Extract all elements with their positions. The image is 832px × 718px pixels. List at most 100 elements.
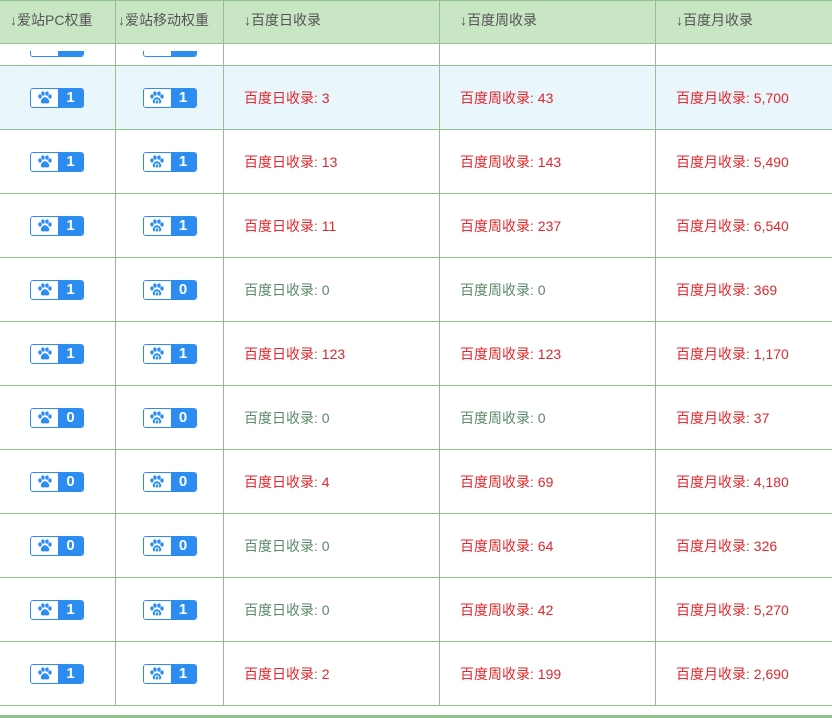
paw-mobile-icon bbox=[143, 408, 171, 427]
pc-weight-badge[interactable]: 0 bbox=[30, 471, 84, 492]
mobile-weight-badge[interactable]: 1 bbox=[142, 215, 197, 236]
pc-weight-cell bbox=[0, 43, 116, 66]
pc-weight-badge[interactable]: 0 bbox=[30, 535, 84, 556]
pc-weight-badge[interactable] bbox=[30, 51, 84, 58]
paw-mobile-icon bbox=[143, 472, 171, 491]
paw-icon bbox=[31, 216, 58, 235]
monthly-index-cell: 百度月收录: 6,540 bbox=[655, 193, 832, 258]
mobile-weight-value: 0 bbox=[170, 408, 196, 427]
monthly-index-cell: 百度月收录: 4,180 bbox=[655, 449, 832, 514]
mobile-weight-cell: 1 bbox=[115, 65, 224, 130]
daily-index-cell: 百度日收录: 0 bbox=[223, 513, 440, 578]
monthly-index-cell: 百度月收录: 37 bbox=[655, 385, 832, 450]
header-mobile-weight[interactable]: ↓爱站移动权重 bbox=[115, 0, 224, 44]
pc-weight-value: 0 bbox=[58, 408, 83, 427]
paw-mobile-icon bbox=[143, 51, 171, 57]
mobile-weight-badge[interactable]: 1 bbox=[142, 343, 197, 364]
pc-weight-value: 0 bbox=[58, 472, 83, 491]
pc-weight-cell: 1 bbox=[0, 321, 116, 386]
mobile-weight-badge[interactable]: 0 bbox=[142, 279, 197, 300]
table-row: 1 1 百度日收录: 2 百度周收录: 199 百度月收录: 2,690 bbox=[0, 641, 832, 706]
pc-weight-badge[interactable]: 1 bbox=[30, 151, 84, 172]
daily-index-cell: 百度日收录: 0 bbox=[223, 257, 440, 322]
table-row: 1 1 百度日收录: 13 百度周收录: 143 百度月收录: 5,490 bbox=[0, 129, 832, 194]
table-row: 0 0 百度日收录: 4 百度周收录: 69 百度月收录: 4,180 bbox=[0, 449, 832, 514]
pc-weight-cell: 0 bbox=[0, 449, 116, 514]
mobile-weight-value: 0 bbox=[170, 472, 196, 491]
mobile-weight-badge[interactable] bbox=[142, 51, 197, 58]
pc-weight-value: 1 bbox=[58, 344, 83, 363]
mobile-weight-cell bbox=[115, 43, 224, 66]
mobile-weight-badge[interactable]: 0 bbox=[142, 407, 197, 428]
monthly-index-cell: 百度月收录: 1,170 bbox=[655, 321, 832, 386]
header-weekly-index[interactable]: ↓百度周收录 bbox=[439, 0, 656, 44]
mobile-weight-cell: 1 bbox=[115, 129, 224, 194]
mobile-weight-value: 1 bbox=[170, 664, 196, 683]
pc-weight-cell: 1 bbox=[0, 129, 116, 194]
monthly-index-cell: 百度月收录: 326 bbox=[655, 513, 832, 578]
daily-index-cell: 百度日收录: 11 bbox=[223, 193, 440, 258]
mobile-weight-cell: 1 bbox=[115, 193, 224, 258]
daily-index-cell: 百度日收录: 0 bbox=[223, 385, 440, 450]
mobile-weight-badge[interactable]: 0 bbox=[142, 471, 197, 492]
pc-weight-cell: 1 bbox=[0, 65, 116, 130]
pc-weight-cell: 1 bbox=[0, 641, 116, 706]
pc-weight-badge[interactable]: 1 bbox=[30, 663, 84, 684]
header-daily-index[interactable]: ↓百度日收录 bbox=[223, 0, 440, 44]
pc-weight-badge[interactable]: 1 bbox=[30, 87, 84, 108]
daily-index-cell bbox=[223, 43, 440, 66]
daily-index-cell: 百度日收录: 0 bbox=[223, 577, 440, 642]
pc-weight-value: 0 bbox=[58, 536, 83, 555]
monthly-index-cell: 百度月收录: 369 bbox=[655, 257, 832, 322]
header-pc-weight[interactable]: ↓爱站PC权重 bbox=[0, 0, 116, 44]
table-row: 1 1 百度日收录: 3 百度周收录: 43 百度月收录: 5,700 bbox=[0, 65, 832, 130]
daily-index-cell: 百度日收录: 123 bbox=[223, 321, 440, 386]
pc-weight-badge[interactable]: 1 bbox=[30, 343, 84, 364]
pc-weight-badge[interactable]: 1 bbox=[30, 279, 84, 300]
weekly-index-cell: 百度周收录: 143 bbox=[439, 129, 656, 194]
collection-table: ↓爱站PC权重 ↓爱站移动权重 ↓百度日收录 ↓百度周收录 ↓百度月收录 1 1 百… bbox=[0, 0, 832, 706]
mobile-weight-badge[interactable]: 1 bbox=[142, 663, 197, 684]
mobile-weight-badge[interactable]: 1 bbox=[142, 87, 197, 108]
mobile-weight-value: 1 bbox=[170, 152, 196, 171]
mobile-weight-badge[interactable]: 1 bbox=[142, 599, 197, 620]
paw-mobile-icon bbox=[143, 216, 171, 235]
paw-mobile-icon bbox=[143, 88, 171, 107]
mobile-weight-cell: 0 bbox=[115, 513, 224, 578]
monthly-index-cell: 百度月收录: 5,700 bbox=[655, 65, 832, 130]
daily-index-cell: 百度日收录: 4 bbox=[223, 449, 440, 514]
mobile-weight-value: 0 bbox=[170, 280, 196, 299]
paw-mobile-icon bbox=[143, 664, 171, 683]
weekly-index-cell: 百度周收录: 199 bbox=[439, 641, 656, 706]
paw-icon bbox=[31, 280, 58, 299]
pc-weight-value: 1 bbox=[58, 216, 83, 235]
table-row: 0 0 百度日收录: 0 百度周收录: 0 百度月收录: 37 bbox=[0, 385, 832, 450]
mobile-weight-value: 1 bbox=[170, 216, 196, 235]
mobile-weight-badge[interactable]: 1 bbox=[142, 151, 197, 172]
pc-weight-value: 1 bbox=[58, 600, 83, 619]
weekly-index-cell: 百度周收录: 64 bbox=[439, 513, 656, 578]
paw-icon bbox=[31, 664, 58, 683]
header-monthly-index[interactable]: ↓百度月收录 bbox=[655, 0, 832, 44]
mobile-weight-value: 1 bbox=[170, 344, 196, 363]
daily-index-cell: 百度日收录: 13 bbox=[223, 129, 440, 194]
pc-weight-badge[interactable]: 1 bbox=[30, 599, 84, 620]
weekly-index-cell: 百度周收录: 69 bbox=[439, 449, 656, 514]
mobile-weight-value: 1 bbox=[170, 88, 196, 107]
monthly-index-cell: 百度月收录: 5,490 bbox=[655, 129, 832, 194]
pc-weight-value: 1 bbox=[58, 88, 83, 107]
pc-weight-badge[interactable]: 0 bbox=[30, 407, 84, 428]
paw-mobile-icon bbox=[143, 536, 171, 555]
mobile-weight-value: 1 bbox=[170, 600, 196, 619]
pc-weight-badge[interactable]: 1 bbox=[30, 215, 84, 236]
mobile-weight-cell: 1 bbox=[115, 641, 224, 706]
pc-weight-value: 1 bbox=[58, 152, 83, 171]
pc-weight-value: 1 bbox=[58, 280, 83, 299]
mobile-weight-value: 0 bbox=[170, 536, 196, 555]
paw-mobile-icon bbox=[143, 280, 171, 299]
paw-mobile-icon bbox=[143, 600, 171, 619]
paw-icon bbox=[31, 88, 58, 107]
weekly-index-cell: 百度周收录: 43 bbox=[439, 65, 656, 130]
mobile-weight-badge[interactable]: 0 bbox=[142, 535, 197, 556]
mobile-weight-cell: 0 bbox=[115, 385, 224, 450]
